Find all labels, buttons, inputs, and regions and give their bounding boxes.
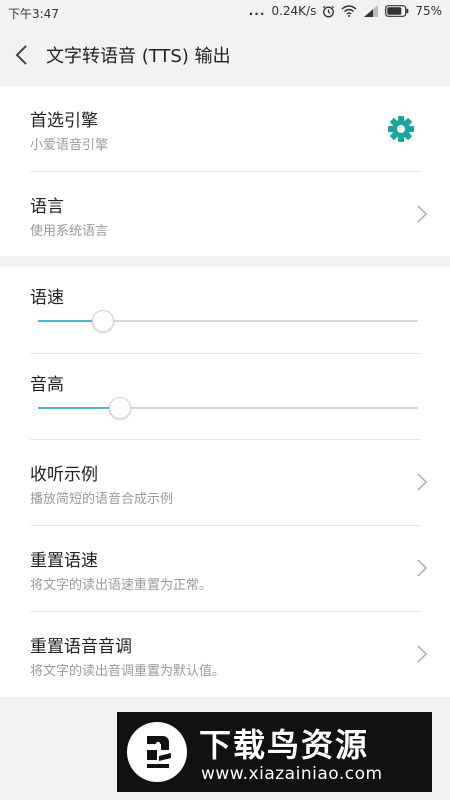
battery-icon	[385, 5, 409, 17]
reset-rate-subtitle: 将文字的读出语速重置为正常。	[30, 578, 213, 593]
watermark-banner: 下载鸟资源 www.xiazainiao.com	[117, 712, 432, 792]
pitch-title: 音高	[30, 375, 64, 395]
pitch-row: 音高	[0, 354, 450, 439]
speech-rate-slider-thumb[interactable]	[91, 310, 114, 332]
chevron-right-icon	[417, 473, 428, 491]
app-header: 文字转语音 (TTS) 输出	[0, 24, 450, 86]
back-arrow-icon[interactable]	[14, 44, 30, 66]
speech-settings-card: 语速 音高 收听示例 播放简短的语音合成示例 重置语速 将文字的读出语速重置为正…	[0, 267, 450, 697]
preferred-engine-row[interactable]: 首选引擎 小爱语音引擎	[0, 86, 450, 171]
reset-rate-title: 重置语速	[30, 551, 98, 571]
pitch-slider-fill	[38, 407, 120, 409]
chevron-right-icon	[417, 645, 428, 663]
bird-logo-icon	[127, 722, 187, 782]
page-title: 文字转语音 (TTS) 输出	[46, 46, 231, 67]
listen-example-title: 收听示例	[30, 465, 98, 485]
chevron-right-icon	[417, 559, 428, 577]
signal-icon	[364, 5, 379, 17]
wifi-icon	[341, 5, 357, 17]
status-time: 下午3:47	[8, 7, 59, 21]
engine-card: 首选引擎 小爱语音引擎 语言 使用系统语言	[0, 86, 450, 256]
pitch-slider-thumb[interactable]	[108, 397, 131, 419]
reset-pitch-subtitle: 将文字的读出音调重置为默认值。	[30, 664, 226, 679]
speech-rate-slider[interactable]	[38, 310, 418, 332]
language-row[interactable]: 语言 使用系统语言	[0, 172, 450, 256]
language-subtitle: 使用系统语言	[30, 224, 109, 239]
gear-icon[interactable]	[386, 114, 416, 144]
watermark-url: www.xiazainiao.com	[201, 764, 383, 784]
preferred-engine-title: 首选引擎	[30, 111, 98, 131]
preferred-engine-subtitle: 小爱语音引擎	[30, 138, 109, 153]
reset-pitch-row[interactable]: 重置语音音调 将文字的读出音调重置为默认值。	[0, 612, 450, 697]
speech-rate-title: 语速	[30, 288, 64, 308]
listen-example-row[interactable]: 收听示例 播放简短的语音合成示例	[0, 440, 450, 525]
reset-pitch-title: 重置语音音调	[30, 637, 132, 657]
pitch-slider[interactable]	[38, 397, 418, 419]
reset-rate-row[interactable]: 重置语速 将文字的读出语速重置为正常。	[0, 526, 450, 611]
listen-example-subtitle: 播放简短的语音合成示例	[30, 492, 174, 507]
status-bar: 下午3:47 ... 0.24K/s 75%	[0, 0, 450, 24]
alarm-icon	[323, 5, 335, 17]
status-right: ... 0.24K/s 75%	[249, 4, 442, 18]
chevron-right-icon	[417, 205, 428, 223]
network-speed: 0.24K/s	[271, 4, 317, 18]
battery-percent: 75%	[415, 4, 442, 18]
speech-rate-row: 语速	[0, 267, 450, 353]
status-dots: ...	[248, 4, 266, 18]
watermark-title: 下载鸟资源	[199, 726, 370, 764]
language-title: 语言	[30, 197, 64, 217]
